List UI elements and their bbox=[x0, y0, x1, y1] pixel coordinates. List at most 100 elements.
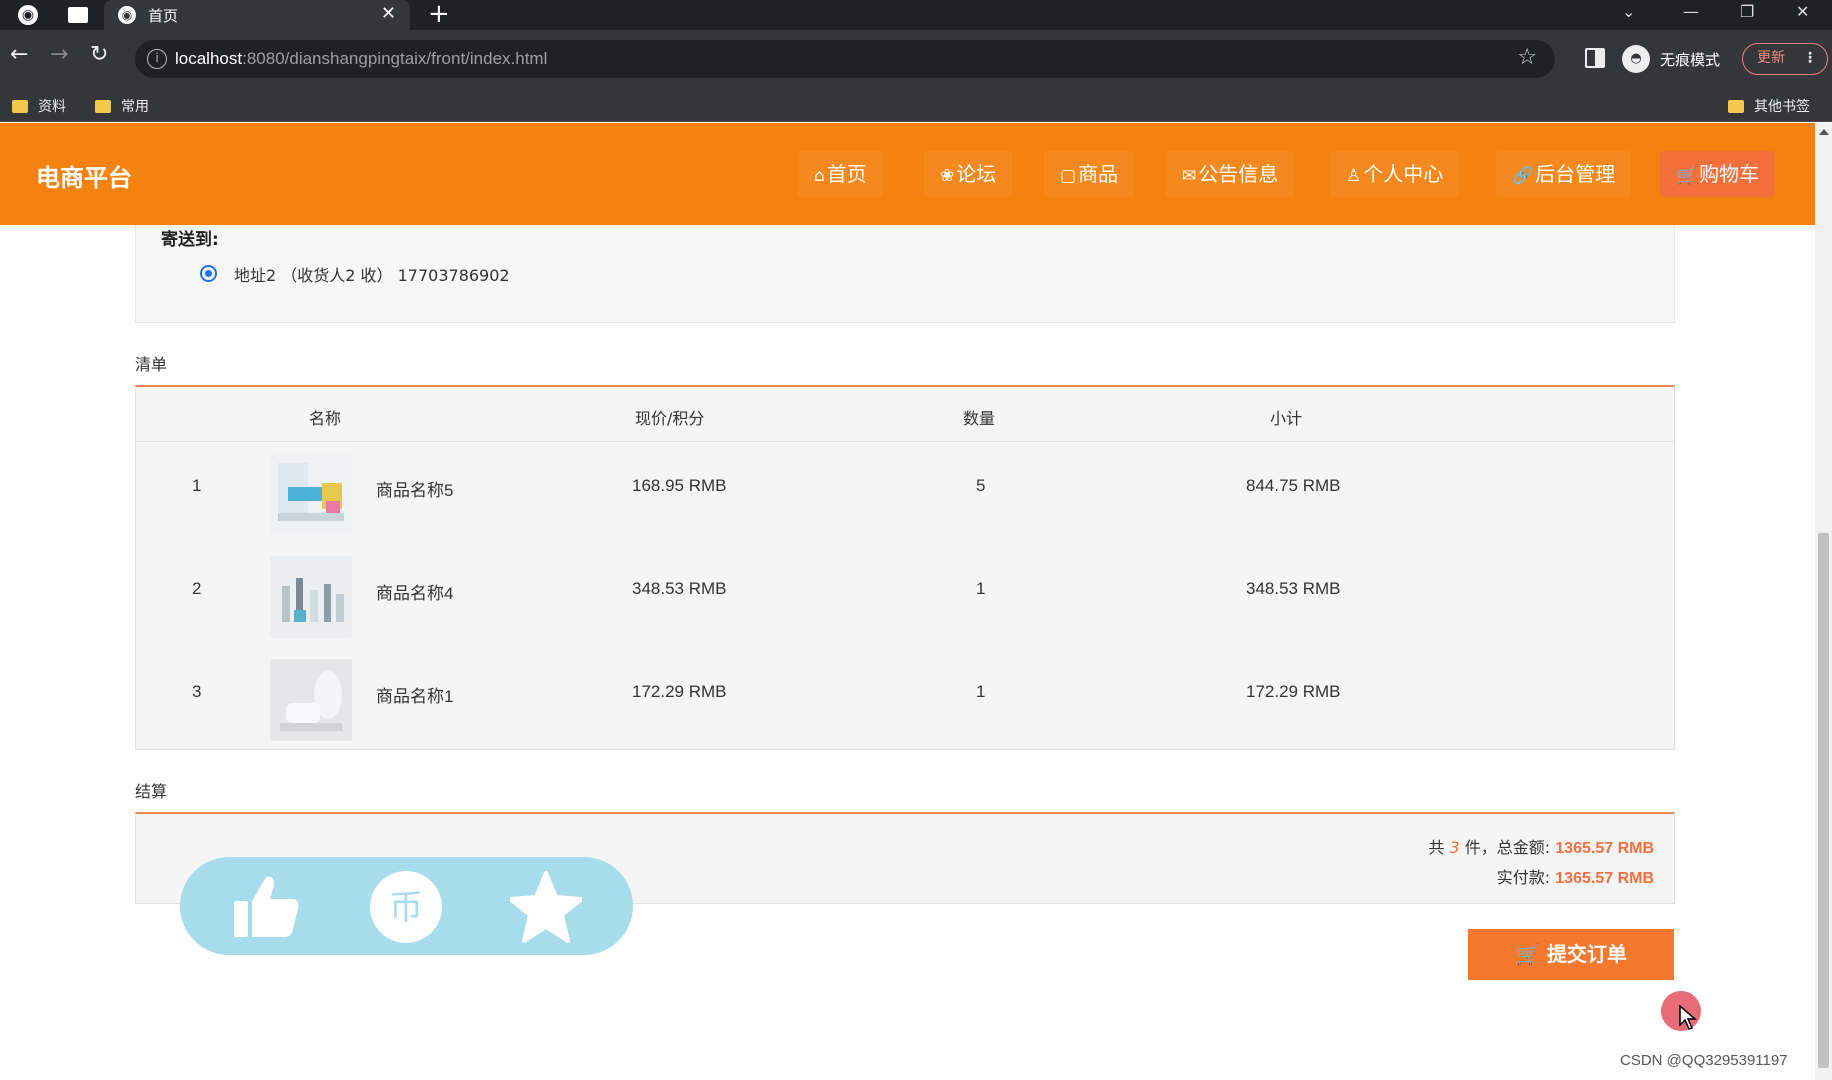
browser-tab-bar: ◉ ◉ 首页 ✕ + ⌄ — ❐ ✕ bbox=[0, 0, 1832, 30]
header-subtotal: 小计 bbox=[1270, 409, 1303, 428]
total-amount: 1365.57 RMB bbox=[1555, 840, 1654, 857]
product-price: 168.95 RMB bbox=[632, 476, 727, 495]
bookmark-star-icon[interactable]: ☆ bbox=[1517, 45, 1537, 70]
address-radio[interactable] bbox=[200, 265, 217, 282]
menu-icon[interactable]: ⋮ bbox=[1803, 44, 1817, 73]
nav-cart[interactable]: 🛒 购物车 bbox=[1660, 151, 1776, 197]
product-qty: 1 bbox=[976, 682, 986, 701]
header-name: 名称 bbox=[309, 409, 342, 428]
globe-icon[interactable]: ◉ bbox=[18, 5, 38, 25]
product-icon: ▢ bbox=[1060, 166, 1077, 186]
incognito-label: 无痕模式 bbox=[1660, 51, 1721, 69]
nav-profile[interactable]: ♙ 个人中心 bbox=[1330, 151, 1460, 197]
incognito-icon[interactable]: ◓ bbox=[1622, 45, 1650, 73]
nav-forum[interactable]: ❀ 论坛 bbox=[924, 151, 1013, 197]
url-path: :8080/dianshangpingtaix/front/index.html bbox=[242, 49, 548, 68]
announcement-icon: ✉ bbox=[1182, 166, 1197, 186]
user-icon: ♙ bbox=[1346, 166, 1362, 186]
site-logo[interactable]: 电商平台 bbox=[36, 158, 132, 193]
row-index: 1 bbox=[192, 476, 202, 495]
table-row: 1 商品名称5 168.95 RMB 5 844.75 RMB bbox=[136, 446, 1674, 536]
forward-icon[interactable]: → bbox=[50, 42, 68, 67]
product-qty: 5 bbox=[976, 476, 986, 495]
browser-tab[interactable]: ◉ 首页 ✕ bbox=[104, 0, 410, 30]
address-text[interactable]: 地址2 （收货人2 收） 17703786902 bbox=[234, 262, 510, 286]
scroll-up-icon[interactable] bbox=[1819, 129, 1829, 135]
mouse-cursor-icon bbox=[1679, 1005, 1697, 1030]
other-bookmarks[interactable]: 其他书签 bbox=[1728, 96, 1810, 116]
bookmark-item[interactable]: 资料 bbox=[12, 96, 66, 116]
thumbs-up-icon[interactable] bbox=[230, 871, 302, 943]
row-index: 3 bbox=[192, 682, 202, 701]
header-divider bbox=[136, 441, 1674, 442]
site-header: 电商平台 ⌂ 首页 ❀ 论坛 ▢ 商品 ✉ 公告信息 ♙ 个人中心 🔗 后台管理 🛒 购物车 bbox=[0, 123, 1815, 225]
nav-products[interactable]: ▢ 商品 bbox=[1044, 151, 1135, 197]
minimize-icon[interactable]: — bbox=[1683, 2, 1699, 21]
product-image[interactable] bbox=[270, 453, 352, 535]
home-icon: ⌂ bbox=[814, 166, 825, 186]
settlement-section-label: 结算 bbox=[135, 782, 168, 801]
restore-icon[interactable]: ❐ bbox=[1740, 2, 1754, 21]
action-pill: 币 bbox=[180, 857, 633, 955]
tab-title: 首页 bbox=[148, 7, 179, 25]
update-label: 更新 bbox=[1757, 50, 1785, 66]
table-row: 3 商品名称1 172.29 RMB 1 172.29 RMB bbox=[136, 652, 1674, 742]
nav-home[interactable]: ⌂ 首页 bbox=[798, 151, 883, 197]
product-qty: 1 bbox=[976, 579, 986, 598]
header-qty: 数量 bbox=[963, 409, 996, 428]
scroll-thumb[interactable] bbox=[1818, 533, 1829, 1068]
update-button[interactable]: 更新 ⋮ bbox=[1742, 43, 1828, 75]
chevron-down-icon[interactable]: ⌄ bbox=[1622, 2, 1635, 21]
shipping-section: 寄送到: 地址2 （收货人2 收） 17703786902 bbox=[135, 225, 1675, 323]
product-price: 348.53 RMB bbox=[632, 579, 727, 598]
paid-summary: 实付款: 1365.57 RMB bbox=[1496, 868, 1654, 887]
cart-icon: 🛒 bbox=[1515, 942, 1540, 966]
tab-search-icon[interactable] bbox=[68, 7, 88, 23]
item-count: 3 bbox=[1449, 838, 1460, 857]
side-panel-icon[interactable] bbox=[1585, 48, 1605, 68]
product-subtotal: 348.53 RMB bbox=[1246, 579, 1341, 598]
product-subtotal: 844.75 RMB bbox=[1246, 476, 1341, 495]
header-price: 现价/积分 bbox=[635, 409, 705, 428]
product-price: 172.29 RMB bbox=[632, 682, 727, 701]
product-image[interactable] bbox=[270, 556, 352, 638]
info-icon[interactable]: i bbox=[147, 49, 167, 69]
product-subtotal: 172.29 RMB bbox=[1246, 682, 1341, 701]
list-section-label: 清单 bbox=[135, 355, 168, 374]
nav-announcements[interactable]: ✉ 公告信息 bbox=[1166, 151, 1295, 197]
forum-icon: ❀ bbox=[940, 166, 955, 186]
cart-icon: 🛒 bbox=[1676, 166, 1698, 186]
link-icon: 🔗 bbox=[1512, 166, 1534, 186]
favicon-icon: ◉ bbox=[118, 6, 136, 24]
page-scrollbar[interactable] bbox=[1815, 123, 1832, 1080]
submit-order-button[interactable]: 🛒 提交订单 bbox=[1468, 929, 1674, 980]
folder-icon bbox=[12, 100, 28, 113]
folder-icon bbox=[95, 100, 111, 113]
folder-icon bbox=[1728, 100, 1744, 113]
paid-amount: 1365.57 RMB bbox=[1555, 870, 1654, 887]
product-image[interactable] bbox=[270, 659, 352, 741]
back-icon[interactable]: ← bbox=[10, 42, 28, 67]
new-tab-icon[interactable]: + bbox=[428, 0, 450, 28]
product-name[interactable]: 商品名称4 bbox=[376, 579, 453, 604]
address-bar: ← → ↻ i localhost:8080/dianshangpingtaix… bbox=[0, 30, 1832, 88]
table-row: 2 商品名称4 348.53 RMB 1 348.53 RMB bbox=[136, 549, 1674, 639]
watermark: CSDN @QQ3295391197 bbox=[1620, 1052, 1788, 1069]
close-icon[interactable]: ✕ bbox=[381, 3, 396, 24]
shipping-label: 寄送到: bbox=[161, 230, 219, 250]
total-summary: 共 3 件，总金额: 1365.57 RMB bbox=[1428, 838, 1654, 857]
coin-icon[interactable]: 币 bbox=[370, 871, 442, 943]
url-host: localhost bbox=[175, 49, 243, 68]
product-name[interactable]: 商品名称5 bbox=[376, 476, 453, 501]
nav-admin[interactable]: 🔗 后台管理 bbox=[1496, 151, 1632, 197]
bookmarks-bar: 资料 常用 其他书签 bbox=[0, 88, 1832, 122]
window-close-icon[interactable]: ✕ bbox=[1796, 2, 1809, 21]
product-name[interactable]: 商品名称1 bbox=[376, 682, 453, 707]
reload-icon[interactable]: ↻ bbox=[90, 42, 108, 67]
bookmark-item[interactable]: 常用 bbox=[95, 96, 149, 116]
row-index: 2 bbox=[192, 579, 202, 598]
url-input[interactable]: i localhost:8080/dianshangpingtaix/front… bbox=[135, 40, 1555, 78]
svg-text:币: 币 bbox=[389, 888, 423, 928]
star-icon[interactable] bbox=[508, 871, 584, 943]
order-items-table: 名称 现价/积分 数量 小计 1 商品名称5 168.95 RMB 5 844.… bbox=[135, 385, 1675, 750]
